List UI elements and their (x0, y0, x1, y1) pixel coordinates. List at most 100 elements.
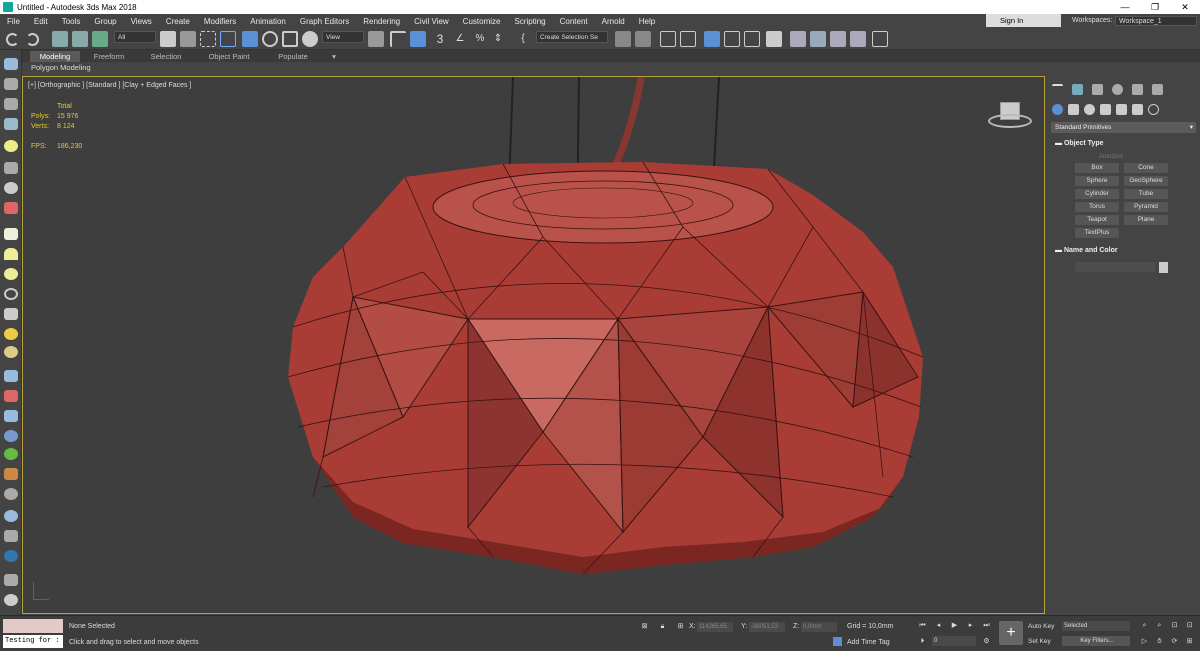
cameras-icon[interactable] (1100, 104, 1111, 115)
layers-icon[interactable] (4, 574, 18, 586)
select-and-rotate-icon[interactable] (262, 31, 278, 47)
globe-icon[interactable] (4, 430, 18, 442)
window-crossing-icon[interactable] (220, 31, 236, 47)
helper-icon[interactable] (4, 182, 18, 194)
go-to-start-icon[interactable]: ⏮ (918, 621, 927, 630)
menu-edit[interactable]: Edit (27, 17, 55, 26)
polygon-modeling-label[interactable]: Polygon Modeling (28, 63, 91, 72)
display-tab-icon[interactable] (1132, 84, 1143, 95)
menu-arnold[interactable]: Arnold (595, 17, 632, 26)
xref-icon[interactable] (4, 530, 18, 542)
sun-icon[interactable] (4, 328, 18, 340)
populate-icon[interactable] (4, 410, 18, 422)
torus-button[interactable]: Torus (1075, 202, 1119, 212)
tab-populate[interactable]: Populate (270, 51, 316, 62)
menu-content[interactable]: Content (553, 17, 595, 26)
material-sphere-icon[interactable] (4, 346, 18, 358)
unlink-icon[interactable] (72, 31, 88, 47)
camera-icon[interactable] (4, 162, 18, 174)
menu-rendering[interactable]: Rendering (356, 17, 407, 26)
foliage-icon[interactable] (4, 448, 18, 460)
select-and-place-icon[interactable] (302, 31, 318, 47)
toggle-scene-explorer-icon[interactable] (660, 31, 676, 47)
z-coordinate-field[interactable]: 0,0mm (801, 622, 837, 632)
dynamics-icon[interactable] (4, 390, 18, 402)
material-editor-icon[interactable] (766, 31, 782, 47)
dome-icon[interactable] (4, 248, 18, 260)
select-object-icon[interactable] (160, 31, 176, 47)
teapot-button[interactable]: Teapot (1075, 215, 1119, 225)
name-and-color-rollout[interactable]: ▬ Name and Color (1051, 245, 1196, 256)
next-frame-icon[interactable]: ▸ (966, 621, 975, 630)
object-type-rollout[interactable]: ▬ Object Type (1051, 138, 1196, 149)
maximize-button[interactable]: ❐ (1140, 0, 1170, 14)
torus-icon[interactable] (4, 288, 18, 300)
reference-coordinate-dropdown[interactable]: View (322, 31, 364, 43)
layer-explorer-icon[interactable] (4, 98, 18, 110)
link-icon[interactable] (52, 31, 68, 47)
create-tab-icon[interactable] (1052, 84, 1063, 95)
field-of-view-icon[interactable]: ▷ (1140, 637, 1149, 646)
x-coordinate-field[interactable]: 114265,65 (697, 622, 733, 632)
primitive-category-dropdown[interactable]: Standard Primitives ▾ (1051, 122, 1196, 133)
snaps-toggle-icon[interactable]: 3 (432, 31, 448, 47)
time-tag-icon[interactable] (833, 637, 842, 646)
mirror-icon[interactable] (615, 31, 631, 47)
scene-explorer-icon[interactable] (4, 78, 18, 90)
workspace-dropdown[interactable]: Workspace_1 (1115, 16, 1197, 26)
geometry-icon[interactable] (1052, 104, 1063, 115)
cloth-icon[interactable] (4, 488, 18, 500)
spinner-snap-icon[interactable]: ⇕ (490, 31, 506, 47)
box-button[interactable]: Box (1075, 163, 1119, 173)
close-button[interactable]: ✕ (1170, 0, 1200, 14)
menu-civil-view[interactable]: Civil View (407, 17, 456, 26)
tube-button[interactable]: Tube (1124, 189, 1168, 199)
render-production-icon[interactable] (830, 31, 846, 47)
selection-filter-dropdown[interactable]: All (114, 31, 156, 43)
named-selection-set-dropdown[interactable]: Create Selection Se (536, 31, 608, 43)
toggle-ribbon-icon[interactable] (704, 31, 720, 47)
tab-freeform[interactable]: Freeform (86, 51, 132, 62)
undo-icon[interactable] (6, 33, 19, 46)
geosphere-button[interactable]: GeoSphere (1124, 176, 1168, 186)
go-to-end-icon[interactable]: ⏭ (982, 621, 991, 630)
autogrid-checkbox[interactable]: AutoGrid (1099, 154, 1123, 160)
align-icon[interactable] (635, 31, 651, 47)
menu-animation[interactable]: Animation (243, 17, 293, 26)
key-selection-dropdown[interactable]: Selected (1062, 621, 1130, 631)
menu-graph-editors[interactable]: Graph Editors (293, 17, 356, 26)
viewport-layout-icon[interactable] (4, 58, 18, 70)
select-and-scale-icon[interactable] (282, 31, 298, 47)
key-filters-button[interactable]: Key Filters... (1062, 636, 1130, 646)
tab-object-paint[interactable]: Object Paint (200, 51, 258, 62)
sphere-icon[interactable] (4, 268, 18, 280)
percent-snap-icon[interactable]: % (472, 31, 488, 47)
viewcube-icon[interactable] (988, 102, 1032, 132)
pan-view-icon[interactable]: ✋︎ (1155, 637, 1164, 646)
current-frame-field[interactable]: 0 (932, 636, 976, 646)
textplus-button[interactable]: TextPlus (1075, 228, 1119, 238)
viewport-label[interactable]: [+] [Orthographic ] [Standard ] [Clay + … (28, 82, 191, 89)
menu-scripting[interactable]: Scripting (507, 17, 552, 26)
particle-icon[interactable] (4, 370, 18, 382)
render-setup-icon[interactable] (790, 31, 806, 47)
redo-icon[interactable] (26, 33, 39, 46)
curve-editor-icon[interactable] (724, 31, 740, 47)
render-in-cloud-icon[interactable] (850, 31, 866, 47)
bind-space-warp-icon[interactable] (92, 31, 108, 47)
space-warps-icon[interactable] (1132, 104, 1143, 115)
tab-selection[interactable]: Selection (143, 51, 189, 62)
auto-key-button[interactable]: Auto Key (1028, 622, 1054, 632)
menu-group[interactable]: Group (87, 17, 123, 26)
render-sphere-icon[interactable] (4, 510, 18, 522)
key-mode-icon[interactable]: ⏵ (918, 637, 927, 646)
zoom-extents-all-icon[interactable]: ⊡ (1185, 621, 1194, 630)
systems-icon[interactable] (1148, 104, 1159, 115)
absolute-mode-icon[interactable]: ⊞ (676, 622, 685, 631)
space-warp-icon[interactable] (4, 202, 18, 214)
menu-help[interactable]: Help (632, 17, 662, 26)
maxscript-listener-input[interactable]: Testing for : (3, 635, 63, 648)
toggle-layer-explorer-icon[interactable] (680, 31, 696, 47)
hierarchy-tab-icon[interactable] (1092, 84, 1103, 95)
cylinder-button[interactable]: Cylinder (1075, 189, 1119, 199)
